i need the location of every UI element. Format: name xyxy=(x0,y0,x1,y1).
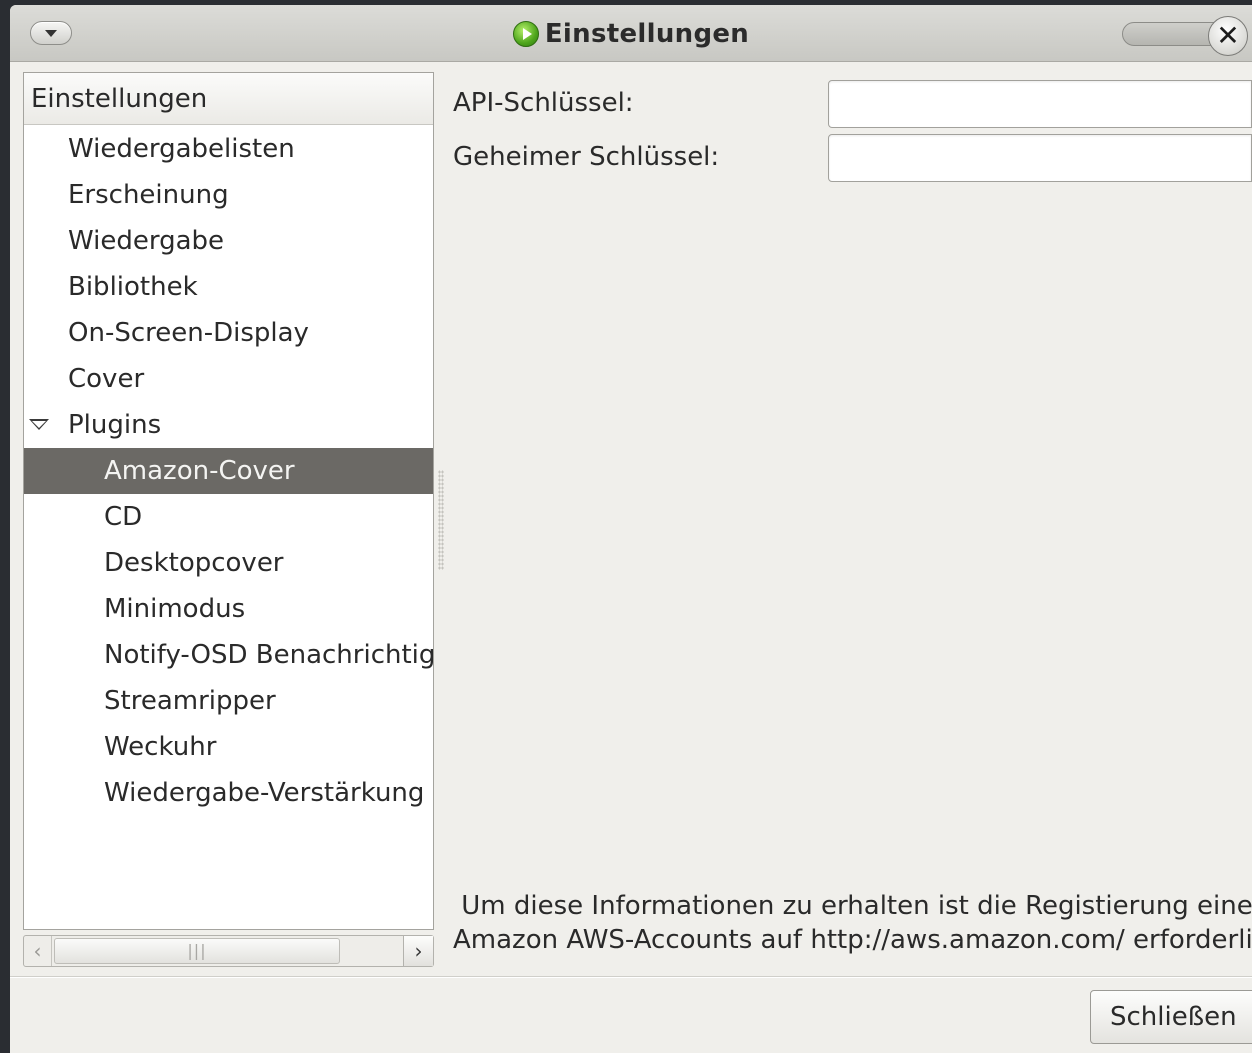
tree-item-cd[interactable]: CD xyxy=(24,494,433,540)
pane-resize-handle[interactable] xyxy=(438,470,444,570)
grip-icon: ||| xyxy=(187,941,207,960)
tree-horizontal-scrollbar[interactable]: ‹ ||| › xyxy=(23,935,434,967)
tree-item-on-screen-display[interactable]: On-Screen-Display xyxy=(24,310,433,356)
tree-item-label: Wiedergabe xyxy=(68,226,225,256)
secret-key-input[interactable] xyxy=(828,134,1252,182)
tree-item-label: CD xyxy=(104,502,143,532)
tree-item-cover[interactable]: Cover xyxy=(24,356,433,402)
close-window-button[interactable]: ✕ xyxy=(1208,16,1248,56)
scroll-right-button[interactable]: › xyxy=(403,936,433,966)
tree-item-minimodus[interactable]: Minimodus xyxy=(24,586,433,632)
tree-item-wiedergabe-verstaerkung[interactable]: Wiedergabe-Verstärkung xyxy=(24,770,433,816)
scrollbar-thumb[interactable]: ||| xyxy=(54,938,340,964)
preferences-window: Einstellungen ✕ Einstellungen Wiedergabe… xyxy=(10,5,1252,1053)
api-key-label: API-Schlüssel: xyxy=(453,88,634,118)
tree-item-label: Wiedergabelisten xyxy=(68,134,295,164)
tree-item-label: Bibliothek xyxy=(68,272,198,302)
tree-item-label: Wiedergabe-Verstärkung xyxy=(104,778,425,808)
tree-item-notify-osd[interactable]: Notify-OSD Benachrichtig xyxy=(24,632,433,678)
tree-item-label: Notify-OSD Benachrichtig xyxy=(104,640,433,670)
tree-item-wiedergabelisten[interactable]: Wiedergabelisten xyxy=(24,126,433,172)
tree-item-label: Plugins xyxy=(68,410,162,440)
api-key-input[interactable] xyxy=(828,80,1252,128)
close-icon: ✕ xyxy=(1216,19,1240,52)
tree-item-desktopcover[interactable]: Desktopcover xyxy=(24,540,433,586)
tree-item-label: Cover xyxy=(68,364,145,394)
secret-key-label: Geheimer Schlüssel: xyxy=(453,142,720,172)
app-play-icon xyxy=(512,20,539,47)
title-container: Einstellungen xyxy=(10,5,1252,62)
tree-item-plugins[interactable]: Plugins xyxy=(24,402,433,448)
tree-item-label: Erscheinung xyxy=(68,180,229,210)
tree-item-wiedergabe[interactable]: Wiedergabe xyxy=(24,218,433,264)
title-bar[interactable]: Einstellungen ✕ xyxy=(10,5,1252,62)
settings-tree[interactable]: Einstellungen Wiedergabelisten Erscheinu… xyxy=(23,72,434,930)
tree-item-label: Desktopcover xyxy=(104,548,284,578)
close-button[interactable]: Schließen xyxy=(1090,990,1252,1044)
expander-expanded-icon[interactable] xyxy=(29,419,49,430)
button-bar-divider xyxy=(10,976,1252,978)
scroll-left-button[interactable]: ‹ xyxy=(24,936,52,966)
tree-item-erscheinung[interactable]: Erscheinung xyxy=(24,172,433,218)
tree-item-amazon-cover[interactable]: Amazon-Cover xyxy=(24,448,433,494)
window-title: Einstellungen xyxy=(544,18,750,49)
tree-item-label: Streamripper xyxy=(104,686,276,716)
tree-column-header[interactable]: Einstellungen xyxy=(24,73,433,125)
chevron-left-icon: ‹ xyxy=(33,939,42,963)
tree-item-weckuhr[interactable]: Weckuhr xyxy=(24,724,433,770)
chevron-right-icon: › xyxy=(414,939,423,963)
info-line-1: Um diese Informationen zu erhalten ist d… xyxy=(453,891,1252,921)
tree-item-label: Weckuhr xyxy=(104,732,217,762)
tree-item-streamripper[interactable]: Streamripper xyxy=(24,678,433,724)
tree-item-label: Amazon-Cover xyxy=(104,456,295,486)
info-line-2: Amazon AWS-Accounts auf http://aws.amazo… xyxy=(453,925,1252,955)
info-text: Um diese Informationen zu erhalten ist d… xyxy=(453,889,1252,957)
tree-item-bibliothek[interactable]: Bibliothek xyxy=(24,264,433,310)
tree-item-label: Minimodus xyxy=(104,594,246,624)
tree-item-label: On-Screen-Display xyxy=(68,318,309,348)
